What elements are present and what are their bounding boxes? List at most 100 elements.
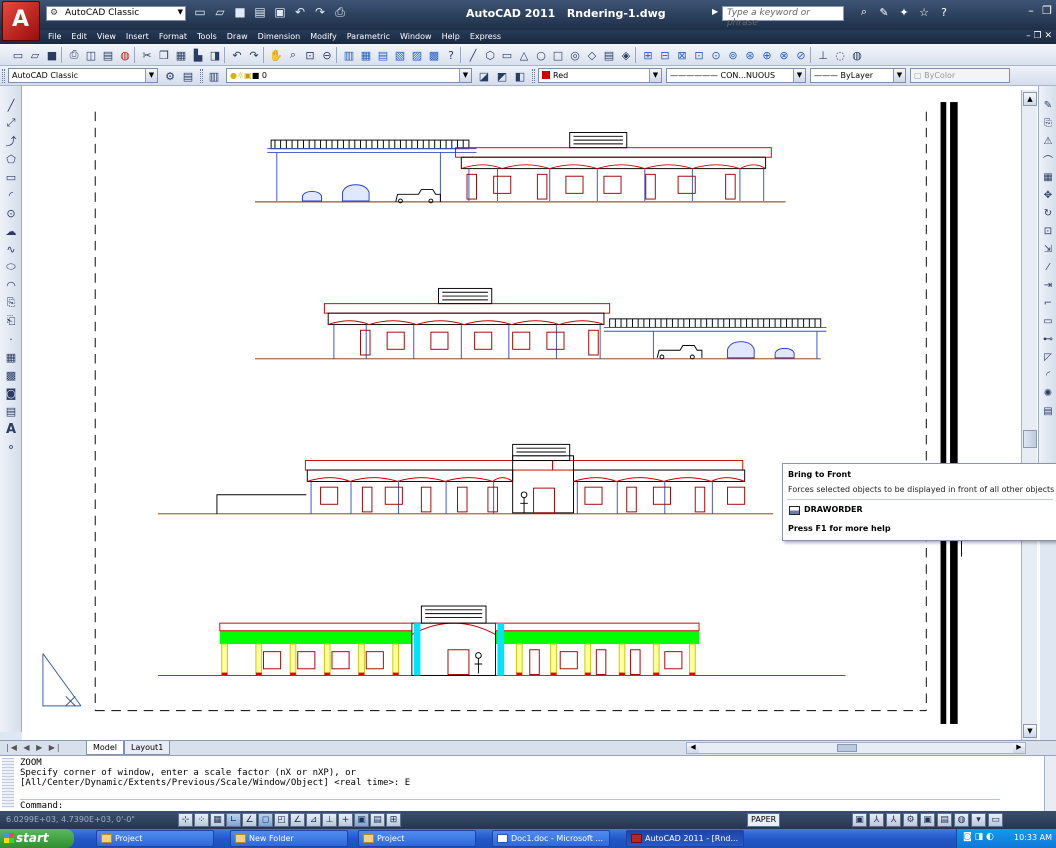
multiline-text-icon[interactable]: A [3,421,19,437]
dim-linear-icon[interactable]: ⊞ [640,47,656,63]
plotstyle-combo[interactable]: ▢ ByColor [910,68,1010,83]
minimize-icon[interactable]: – [1024,4,1038,18]
polyline-icon[interactable]: ⤴ [3,133,19,149]
donut-tool-icon[interactable]: ◎ [567,47,583,63]
coordinates-readout[interactable]: 6.0299E+03, 4.7390E+03, 0'-0" [6,815,135,824]
menu-express[interactable]: Express [470,32,511,41]
chamfer-icon[interactable]: ◸ [1041,349,1055,365]
rectangle-tool-icon[interactable]: ▭ [499,47,515,63]
plot-icon[interactable]: ▣ [272,4,288,20]
horizontal-scrollbar[interactable]: ◀ ▶ [686,742,1026,754]
eraser-tool-icon[interactable]: ◈ [618,47,634,63]
circle-tool-icon[interactable]: ○ [533,47,549,63]
help-icon[interactable]: ? [443,47,459,63]
redo-icon[interactable]: ↷ [312,4,328,20]
undo-icon[interactable]: ↶ [292,4,308,20]
triangle-tool-icon[interactable]: △ [516,47,532,63]
annotation-visibility-icon[interactable]: ⅄ [886,813,901,827]
break-at-point-icon[interactable]: ⌐ [1041,295,1055,311]
tab-model[interactable]: Model [86,741,125,755]
ortho-mode-icon[interactable]: ∟ [226,813,241,827]
scroll-up-icon[interactable]: ▲ [1023,92,1037,106]
arc-icon[interactable]: ◜ [3,187,19,203]
taskbar-item-project[interactable]: Project [96,830,214,847]
annotation-scale-icon[interactable]: ⅄ [869,813,884,827]
layer-combo[interactable]: ●☼▣■ 0 ▼ [226,68,472,83]
lineweight-icon[interactable]: + [338,813,353,827]
explode-icon[interactable]: ✺ [1041,385,1055,401]
sheet-set-icon[interactable]: ▧ [392,47,408,63]
search-expand-icon[interactable]: ▶ [712,7,718,16]
block-editor-icon[interactable]: ◨ [207,47,223,63]
plot-preview-icon[interactable]: ◫ [83,47,99,63]
drawing-window-controls[interactable]: – ❐ ✕ [1026,31,1052,41]
binoculars-icon[interactable]: ⌕ [856,4,872,20]
dim-angular-icon[interactable]: ⊡ [691,47,707,63]
copy-icon[interactable]: ❐ [156,47,172,63]
hatch-icon[interactable]: ▦ [3,349,19,365]
fillet-icon[interactable]: ◜ [1041,367,1055,383]
application-menu-button[interactable]: A [2,1,40,41]
scroll-thumb[interactable] [837,744,857,752]
new-file-icon[interactable]: ▭ [192,4,208,20]
make-block-icon[interactable]: ⎗ [3,313,19,329]
drawing-canvas[interactable] [22,86,1040,740]
start-button[interactable]: start [0,829,74,848]
clock[interactable]: 10:33 AM [1014,833,1052,842]
polygon-tool-icon[interactable]: ⬡ [482,47,498,63]
rectangle-icon[interactable]: ▭ [3,169,19,185]
open-icon[interactable]: ▱ [27,47,43,63]
taskbar-item-autocad[interactable]: AutoCAD 2011 - [Rnd... [626,830,744,847]
dynamic-input-icon[interactable]: ⊥ [322,813,337,827]
workspace-settings-icon[interactable]: ⚙ [162,68,178,84]
zoom-realtime-icon[interactable]: ⌕ [285,47,301,63]
dim-aligned-icon[interactable]: ⊟ [657,47,673,63]
lineweight-combo[interactable]: ——— ByLayer ▼ [810,68,906,83]
square-tool-icon[interactable]: □ [550,47,566,63]
object-snap-tracking-icon[interactable]: ∠ [290,813,305,827]
ucs-icon[interactable]: ⊥ [815,47,831,63]
menu-parametric[interactable]: Parametric [347,32,400,41]
toolbar-grip[interactable] [200,69,203,83]
point-icon[interactable]: · [3,331,19,347]
draworder-icon[interactable]: ▤ [1041,403,1055,419]
linetype-combo[interactable]: —————— CON...NUOUS ▼ [666,68,806,83]
break-icon[interactable]: ▭ [1041,313,1055,329]
trim-icon[interactable]: ⁄ [1041,259,1055,275]
toolbar-grip[interactable] [532,69,535,83]
copy-object-icon[interactable]: ⎘ [1041,115,1055,131]
layer-isolate-icon[interactable]: ◧ [512,68,528,84]
dim-radius-icon[interactable]: ⊠ [674,47,690,63]
command-scrollbar[interactable] [1044,756,1056,812]
move-icon[interactable]: ✥ [1041,187,1055,203]
add-selected-icon[interactable]: ⚬ [3,439,19,455]
clean-screen-icon[interactable]: ▭ [988,813,1003,827]
workspace-combo[interactable]: AutoCAD Classic ▼ [8,68,158,83]
ellipse-arc-icon[interactable]: ◠ [3,277,19,293]
publish-icon[interactable]: ▤ [100,47,116,63]
tool-palettes-icon[interactable]: ▤ [375,47,391,63]
workspace-switching-icon[interactable]: ⚙ [903,813,918,827]
offset-icon[interactable]: ⌒ [1041,151,1055,167]
circle-icon[interactable]: ⊙ [3,205,19,221]
infocenter-search-input[interactable]: Type a keyword or phrase [722,6,844,28]
tab-layout1[interactable]: Layout1 [124,741,171,755]
hatch-tool-icon[interactable]: ▤ [601,47,617,63]
scroll-thumb[interactable] [1023,430,1037,448]
menu-insert[interactable]: Insert [126,32,159,41]
construction-line-icon[interactable]: ⤢ [3,115,19,131]
make-current-icon[interactable]: ◪ [476,68,492,84]
match-properties-icon[interactable]: ▙ [190,47,206,63]
dim-center-icon[interactable]: ⊕ [759,47,775,63]
paste-icon[interactable]: ▦ [173,47,189,63]
scroll-down-icon[interactable]: ▼ [1023,724,1037,738]
menu-draw[interactable]: Draw [227,32,258,41]
command-input[interactable]: Command: [20,799,1000,811]
tab-navigation-arrows[interactable]: |◀ ◀ ▶ ▶| [6,743,62,752]
isolate-objects-icon[interactable]: ◍ [954,813,969,827]
save-icon[interactable]: ■ [44,47,60,63]
dim-continue-icon[interactable]: ⊛ [742,47,758,63]
menu-file[interactable]: File [48,32,71,41]
design-center-icon[interactable]: ▦ [358,47,374,63]
help-icon[interactable]: ? [936,4,952,20]
